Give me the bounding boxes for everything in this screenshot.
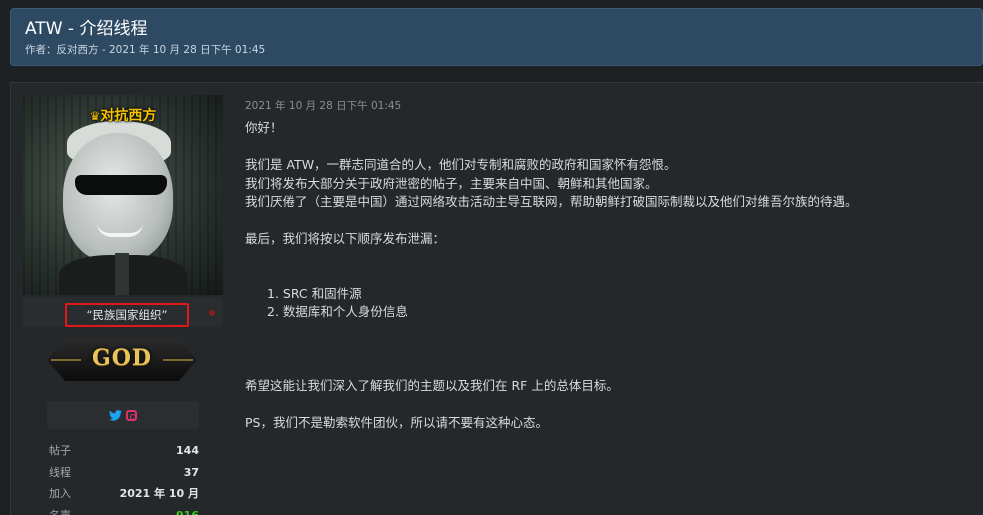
stat-threads: 线程 37 [49,465,199,479]
thread-header: ATW - 介绍线程 作者：反对西方 - 2021 年 10 月 28 日下午 … [10,8,983,66]
thread-meta: 作者：反对西方 - 2021 年 10 月 28 日下午 01:45 [25,44,266,56]
user-title-row: “民族国家组织” [23,297,223,327]
post: ♛对抗西方 “民族国家组织” GOD 帖子 144 线程 37 加入 2021 … [10,82,983,515]
post-content: 2021 年 10 月 28 日下午 01:45 你好！ 我们是 ATW，一群志… [245,98,980,433]
stat-posts: 帖子 144 [49,444,199,457]
social-links [47,401,199,429]
list-item: 2. 数据库和个人身份信息 [267,304,408,319]
user-info-panel: ♛对抗西方 “民族国家组织” GOD 帖子 144 线程 37 加入 2021 … [23,95,223,515]
rank-label: GOD [91,345,153,371]
thread-title: ATW - 介绍线程 [25,19,148,39]
stat-joined: 加入 2021 年 10 月 [49,487,199,500]
username-link[interactable]: ♛对抗西方 [23,105,223,125]
leak-order-list: 1. SRC 和固件源 2. 数据库和个人身份信息 [245,285,980,322]
paragraph: 我们厌倦了（主要是中国）通过网络攻击活动主导互联网，帮助朝鲜打破国际制裁以及他们… [245,194,858,209]
twitter-icon[interactable] [109,410,122,421]
stat-reputation: 名声 916 [49,508,199,515]
rank-banner: GOD [47,339,197,381]
avatar[interactable]: ♛对抗西方 [23,95,223,295]
instagram-icon[interactable] [126,410,137,421]
paragraph: 最后，我们将按以下顺序发布泄漏： [245,231,446,246]
paragraph: PS，我们不是勒索软件团伙，所以请不要有这种心态。 [245,415,548,430]
list-item: 1. SRC 和固件源 [267,285,362,301]
user-title: “民族国家组织” [65,303,189,327]
greeting: 你好！ [245,120,283,135]
user-stats: 帖子 144 线程 37 加入 2021 年 10 月 名声 916 [49,440,199,515]
paragraph: 我们是 ATW，一群志同道合的人，他们对专制和腐败的政府和国家怀有怨恨。 [245,157,677,172]
crown-icon: ♛ [89,109,101,123]
username: 对抗西方 [100,108,157,124]
paragraph: 希望这能让我们深入了解我们的主题以及我们在 RF 上的总体目标。 [245,378,619,393]
online-status-dot [209,310,215,316]
post-date[interactable]: 2021 年 10 月 28 日下午 01:45 [245,98,980,113]
paragraph: 我们将发布大部分关于政府泄密的帖子，主要来自中国、朝鲜和其他国家。 [245,175,658,191]
post-body: 你好！ 我们是 ATW，一群志同道合的人，他们对专制和腐败的政府和国家怀有怨恨。… [245,119,980,433]
